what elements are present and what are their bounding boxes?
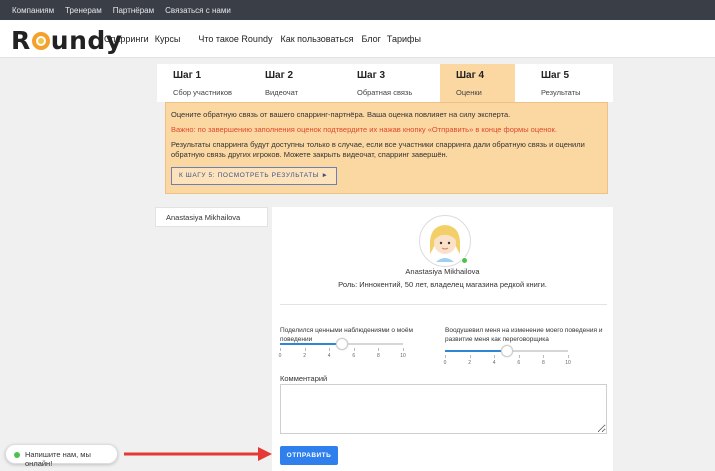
nav-item-blog[interactable]: Блог — [361, 34, 380, 44]
slider-tick-label: 0 — [278, 353, 282, 359]
slider-tick-label: 4 — [492, 360, 496, 366]
step-subtitle: Обратная связь — [357, 88, 413, 97]
online-status-icon — [461, 257, 468, 264]
slider-tick — [353, 348, 355, 351]
slider-tick — [568, 355, 569, 358]
topbar-link-companies[interactable]: Компаниям — [12, 6, 54, 15]
slider-tick — [304, 348, 306, 351]
slider-insights[interactable]: 0 2 4 6 8 10 — [279, 338, 406, 359]
topbar-link-partners[interactable]: Партнёрам — [113, 6, 154, 15]
slider-fill — [445, 350, 507, 352]
divider — [280, 304, 607, 305]
step-title: Шаг 1 — [173, 70, 202, 81]
topbar-link-trainers[interactable]: Тренерам — [65, 6, 102, 15]
steps-bar: Шаг 1 Сбор участников Шаг 2 Видеочат Шаг… — [157, 64, 613, 102]
topbar-link-contact[interactable]: Связаться с нами — [165, 6, 231, 15]
slider-label-insights: Поделился ценными наблюдениями о моём по… — [280, 327, 413, 343]
notice-warning: Важно: по завершению заполнения оценок п… — [171, 125, 557, 134]
slider-tick-label: 2 — [303, 353, 306, 359]
slider-tick — [403, 348, 404, 351]
step-subtitle: Оценки — [456, 88, 482, 97]
logo-circle-icon — [31, 32, 50, 50]
profile-name: Anastasiya Mikhailova — [405, 267, 480, 276]
step-notice: Оцените обратную связь от вашего спаррин… — [165, 102, 608, 194]
go-to-step-5-button[interactable]: К ШАГУ 5: ПОСМОТРЕТЬ РЕЗУЛЬТАТЫ ► — [171, 167, 337, 185]
slider-tick-label: 10 — [400, 353, 406, 359]
step-title: Шаг 4 — [456, 70, 485, 81]
slider-tick — [469, 355, 471, 358]
slider-inspiration[interactable]: 0 2 4 6 8 10 — [444, 345, 571, 366]
slider-tick — [378, 348, 380, 351]
submit-button[interactable]: ОТПРАВИТЬ — [280, 446, 338, 465]
slider-tick-label: 10 — [565, 360, 571, 366]
nav-item-courses[interactable]: Курсы — [155, 34, 181, 44]
nav-item-how-to-use[interactable]: Как пользоваться — [280, 34, 353, 44]
notice-text: Оцените обратную связь от вашего спаррин… — [171, 110, 511, 119]
slider-handle[interactable] — [500, 345, 513, 357]
profile-role: Роль: Иннокентий, 50 лет, владелец магаз… — [338, 280, 547, 289]
nav-item-pricing[interactable]: Тарифы — [387, 34, 421, 44]
slider-tick — [280, 348, 281, 351]
slider-tick — [543, 355, 545, 358]
slider-handle[interactable] — [335, 338, 348, 350]
slider-tick-label: 8 — [377, 353, 380, 359]
step-4[interactable]: Шаг 4 Оценки — [440, 64, 515, 102]
comment-textarea[interactable] — [280, 384, 607, 434]
comment-label: Комментарий — [280, 374, 328, 383]
online-dot-icon — [14, 452, 20, 458]
step-1[interactable]: Шаг 1 Сбор участников — [157, 64, 249, 102]
chat-widget[interactable]: Напишите нам, мы онлайн! — [5, 444, 118, 468]
slider-fill — [280, 343, 342, 345]
step-subtitle: Результаты — [541, 88, 581, 97]
rating-card: Anastasiya Mikhailova Роль: Иннокентий, … — [272, 207, 613, 471]
slider-tick-label: 2 — [468, 360, 471, 366]
step-2[interactable]: Шаг 2 Видеочат — [249, 64, 341, 102]
site-header: Rundy Спарринги Курсы Что такое Roundy К… — [0, 20, 715, 58]
notice-results-text: Результаты спарринга будут доступны толь… — [171, 140, 585, 159]
slider-tick-label: 6 — [352, 353, 356, 359]
step-title: Шаг 5 — [541, 70, 570, 81]
nav-item-what-is-roundy[interactable]: Что такое Roundy — [198, 34, 272, 44]
slider-tick — [494, 355, 496, 358]
step-title: Шаг 3 — [357, 70, 386, 81]
nav-item-sparrings[interactable]: Спарринги — [104, 34, 149, 44]
chat-widget-label: Напишите нам, мы онлайн! — [25, 450, 91, 468]
slider-tick-label: 8 — [542, 360, 545, 366]
step-5[interactable]: Шаг 5 Результаты — [525, 64, 613, 102]
step-subtitle: Видеочат — [265, 88, 299, 97]
step-title: Шаг 2 — [265, 70, 294, 81]
slider-tick — [445, 355, 446, 358]
slider-tick — [329, 348, 331, 351]
slider-tick-label: 4 — [327, 353, 331, 359]
top-bar: Компаниям Тренерам Партнёрам Связаться с… — [0, 0, 715, 20]
step-subtitle: Сбор участников — [173, 88, 233, 97]
participant-tab[interactable]: Anastasiya Mikhailova — [155, 207, 268, 227]
slider-tick-label: 0 — [443, 360, 447, 366]
main-nav: Спарринги Курсы Что такое Roundy Как пол… — [104, 34, 421, 44]
red-arrow-icon — [124, 447, 272, 461]
slider-label-inspiration: Воодушевил меня на изменение моего повед… — [445, 327, 603, 343]
slider-tick-label: 6 — [517, 360, 521, 366]
slider-tick — [518, 355, 520, 358]
step-3[interactable]: Шаг 3 Обратная связь — [341, 64, 433, 102]
